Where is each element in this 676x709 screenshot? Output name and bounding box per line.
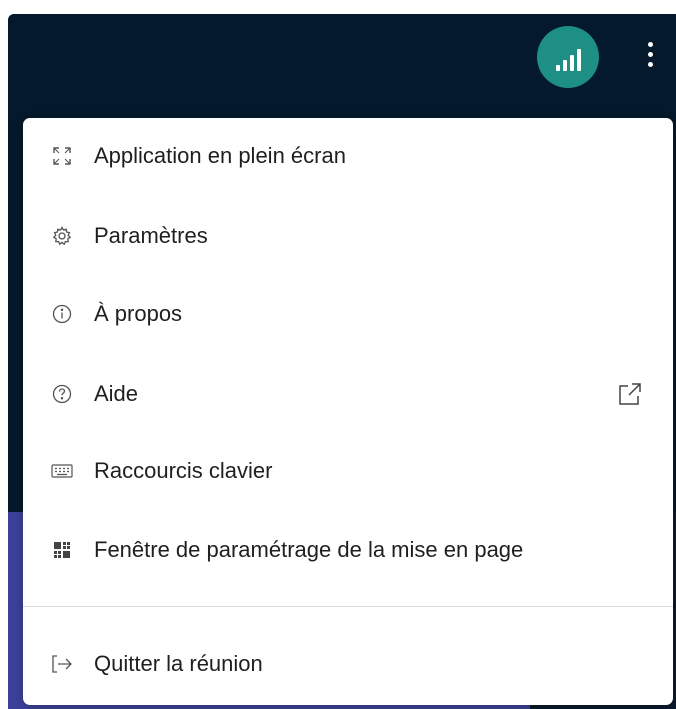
connection-quality-button[interactable] — [537, 26, 599, 88]
menu-divider — [23, 606, 673, 607]
menu-item-label: Quitter la réunion — [94, 651, 263, 676]
help-icon — [51, 383, 73, 405]
menu-item-help[interactable]: Aide — [23, 359, 673, 429]
menu-item-keyboard-shortcuts[interactable]: Raccourcis clavier — [23, 436, 673, 506]
external-link-icon — [617, 381, 643, 407]
layout-grid-icon — [51, 539, 73, 561]
sign-out-icon — [51, 653, 73, 675]
fullscreen-icon — [51, 145, 73, 167]
more-options-menu: Application en plein écran Paramètres À … — [23, 118, 673, 705]
menu-item-label: Paramètres — [94, 223, 208, 248]
menu-item-about[interactable]: À propos — [23, 279, 673, 349]
menu-item-label: À propos — [94, 301, 183, 326]
menu-item-label: Application en plein écran — [94, 143, 346, 168]
menu-item-fullscreen[interactable]: Application en plein écran — [23, 121, 673, 191]
menu-item-layout-settings[interactable]: Fenêtre de paramétrage de la mise en pag… — [23, 515, 673, 585]
menu-item-leave-meeting[interactable]: Quitter la réunion — [23, 629, 673, 699]
menu-item-settings[interactable]: Paramètres — [23, 201, 673, 271]
menu-item-label: Aide — [94, 381, 139, 406]
more-options-button[interactable] — [635, 34, 665, 74]
signal-bars-icon — [555, 65, 560, 71]
menu-item-label: Fenêtre de paramétrage de la mise en pag… — [94, 537, 524, 562]
gear-icon — [51, 225, 73, 247]
menu-item-label: Raccourcis clavier — [94, 458, 273, 483]
info-icon — [51, 303, 73, 325]
more-vertical-icon — [647, 41, 653, 47]
keyboard-icon — [51, 460, 73, 482]
